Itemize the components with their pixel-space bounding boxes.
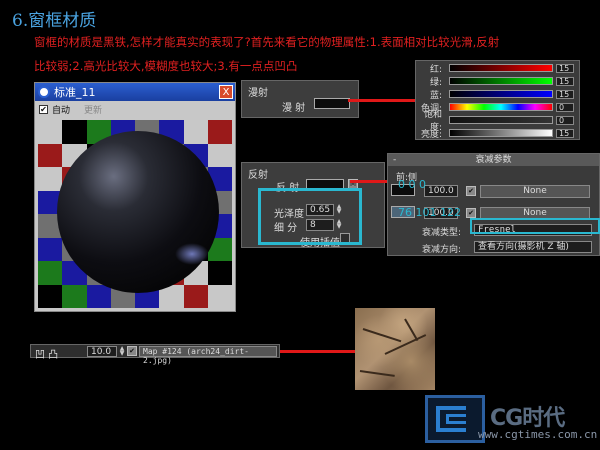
bump-amount-spinner[interactable]: ▲ ▼ (119, 346, 125, 357)
cg-logo-icon (425, 395, 485, 443)
color-row-label: 蓝: (429, 90, 442, 101)
falloff-header: - 衰减参数 (388, 154, 599, 166)
side-color-rgb-overlay: 76 101 122 (398, 206, 461, 219)
reflect-group-title: 反射 (248, 170, 268, 181)
falloff-direction-label: 衰减方向: (422, 245, 462, 255)
bump-map-checkbox[interactable]: ✔ (127, 346, 137, 356)
description-line-1: 窗框的材质是黑铁,怎样才能真实的表现了?首先来看它的物理属性:1.表面相对比较光… (34, 35, 500, 49)
auto-checkbox[interactable]: ✔ (39, 104, 48, 114)
bump-amount-input[interactable]: 10.0 (87, 346, 117, 357)
falloff-parameters: - 衰减参数 前:侧 100.0 ✔ None 100.0 ✔ None 衰减类型… (387, 153, 600, 256)
arrow-diffuse-to-picker (348, 99, 416, 102)
color-row-red: 红: (418, 63, 444, 75)
color-value-sat[interactable]: 0 (556, 116, 574, 125)
color-picker: 红: 15 绿: 15 蓝: 15 色调: 0 饱和度: 0 亮度: 15 (415, 60, 580, 140)
bump-row: 凹 凸 10.0 ▲ ▼ ✔ Map #124 (arch24_dirt-2.jp… (30, 344, 280, 365)
color-row-sat: 饱和度: (418, 110, 444, 133)
color-row-label: 绿: (429, 77, 442, 88)
diffuse-group-title: 漫射 (248, 88, 268, 99)
window-titlebar: 标准_11 (35, 83, 235, 101)
diffuse-color-swatch[interactable] (314, 98, 350, 109)
color-value-hue[interactable]: 0 (556, 103, 574, 112)
page-title: 6.窗框材质 (12, 11, 97, 31)
front-map-checkbox[interactable]: ✔ (466, 186, 476, 196)
description-line-2: 比较弱;2.高光比较大,模糊度也较大;3.有一点点凹凸 (34, 59, 298, 73)
color-row-label: 亮度: (420, 129, 442, 140)
sphere-highlight (175, 243, 209, 265)
app-icon (38, 86, 50, 98)
color-slider-val[interactable] (449, 129, 553, 137)
color-row-blue: 蓝: (418, 89, 444, 101)
preview-toolbar: ✔ 自动 更新 (35, 101, 235, 117)
front-amount-input[interactable]: 100.0 (424, 185, 458, 197)
bump-label: 凹 凸 (35, 350, 59, 361)
front-color-rgb-overlay: 0 0 0 (398, 178, 426, 191)
update-button[interactable]: 更新 (84, 103, 102, 116)
diffuse-label: 漫 射 (282, 103, 306, 114)
logo-url: www.cgtimes.com.cn (478, 428, 598, 441)
color-value-green[interactable]: 15 (556, 77, 574, 86)
auto-label: 自动 (52, 105, 71, 116)
color-slider-sat[interactable] (449, 116, 553, 124)
dirt-texture-thumbnail (355, 308, 435, 390)
front-map-button[interactable]: None (480, 185, 590, 198)
arrow-bump-to-texture (280, 350, 355, 353)
close-button[interactable]: X (219, 85, 233, 99)
color-value-val[interactable]: 15 (556, 129, 574, 138)
gloss-highlight-box (258, 188, 362, 245)
color-slider-blue[interactable] (449, 90, 553, 98)
color-row-green: 绿: (418, 76, 444, 88)
color-value-red[interactable]: 15 (556, 64, 574, 73)
color-slider-green[interactable] (449, 77, 553, 85)
falloff-type-label: 衰减类型: (422, 228, 462, 238)
material-preview-window: 标准_11 X ✔ 自动 更新 (34, 82, 236, 312)
fresnel-highlight-box (470, 218, 600, 234)
diffuse-group: 漫射 漫 射 (241, 80, 359, 118)
material-sphere (57, 131, 219, 293)
arrow-reflect-to-falloff (350, 180, 392, 183)
side-map-checkbox[interactable]: ✔ (466, 208, 476, 218)
bump-map-button[interactable]: Map #124 (arch24_dirt-2.jpg) (139, 346, 277, 365)
color-slider-red[interactable] (449, 64, 553, 72)
window-title: 标准_11 (54, 86, 96, 99)
color-row-val: 亮度: (418, 128, 444, 140)
color-slider-hue[interactable] (449, 103, 553, 111)
color-row-label: 红: (429, 64, 442, 75)
falloff-direction-select[interactable]: 查看方向(摄影机 Z 轴) (474, 241, 592, 253)
color-value-blue[interactable]: 15 (556, 90, 574, 99)
